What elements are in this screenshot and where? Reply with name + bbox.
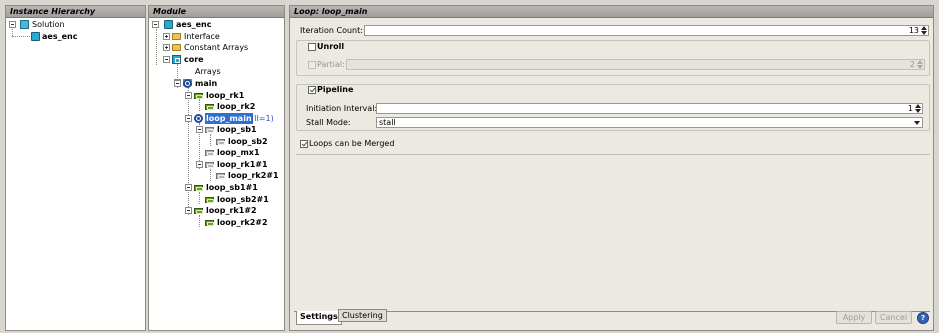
cancel-button[interactable]: Cancel xyxy=(875,311,912,324)
tab-settings[interactable]: Settings xyxy=(296,311,342,325)
expand-icon[interactable] xyxy=(163,44,170,51)
pipeline-checkbox[interactable] xyxy=(308,86,316,94)
apply-button[interactable]: Apply xyxy=(836,311,872,324)
loops-merged-checkbox[interactable] xyxy=(300,140,308,148)
collapse-icon[interactable] xyxy=(152,21,159,28)
stall-mode-select[interactable]: stall xyxy=(376,117,923,128)
loop-icon xyxy=(205,127,214,133)
iteration-count-label: Iteration Count: xyxy=(300,26,363,35)
loop-icon xyxy=(205,162,214,168)
instance-hierarchy-title: Instance Hierarchy xyxy=(6,6,145,18)
spinner-icon[interactable] xyxy=(915,104,921,113)
stall-mode-label: Stall Mode: xyxy=(306,118,351,127)
unroll-group xyxy=(296,40,930,76)
expand-icon[interactable] xyxy=(163,33,170,40)
loop-target-icon xyxy=(194,114,203,123)
spinner-icon[interactable] xyxy=(921,26,927,35)
module-title: Module xyxy=(149,6,284,18)
loop-icon xyxy=(216,139,225,145)
collapse-icon[interactable] xyxy=(185,184,192,191)
iteration-count-field[interactable]: 13 xyxy=(364,25,929,36)
loop-icon xyxy=(194,185,203,191)
help-icon[interactable]: ? xyxy=(917,312,929,324)
loops-merged-label: Loops can be Merged xyxy=(309,139,395,148)
loop-icon xyxy=(194,93,203,99)
initiation-interval-field[interactable]: 1 xyxy=(376,103,923,114)
loop-icon xyxy=(205,220,214,226)
loop-icon xyxy=(194,208,203,214)
module-panel: Module aes_enc Interface Constant Arrays xyxy=(148,5,285,331)
core-icon xyxy=(172,55,181,64)
spinner-icon[interactable] xyxy=(917,60,923,69)
collapse-icon[interactable] xyxy=(174,80,181,87)
initiation-interval-label: Initiation Interval: xyxy=(306,104,378,113)
loop-icon xyxy=(205,104,214,110)
loop-icon xyxy=(216,173,225,179)
loop-icon xyxy=(205,197,214,203)
loop-icon xyxy=(205,150,214,156)
divider xyxy=(296,154,930,155)
instance-hierarchy-panel: Instance Hierarchy Solution aes_enc xyxy=(5,5,146,331)
chevron-down-icon xyxy=(914,121,920,125)
module-icon xyxy=(164,20,173,29)
pipeline-label: Pipeline xyxy=(317,85,354,94)
collapse-icon[interactable] xyxy=(185,92,192,99)
loop-settings-panel: Loop: loop_main Iteration Count: 13 Unro… xyxy=(289,5,934,331)
collapse-icon[interactable] xyxy=(185,207,192,214)
ii-badge: (II=1) xyxy=(251,114,274,123)
solution-icon xyxy=(20,20,29,29)
collapse-icon[interactable] xyxy=(196,126,203,133)
tab-baseline xyxy=(294,311,930,312)
collapse-icon[interactable] xyxy=(196,161,203,168)
function-icon xyxy=(183,79,192,88)
folder-icon xyxy=(172,33,181,40)
unroll-checkbox[interactable] xyxy=(308,43,316,51)
module-icon xyxy=(31,32,40,41)
collapse-icon[interactable] xyxy=(9,21,16,28)
folder-icon xyxy=(172,44,181,51)
loop-settings-title: Loop: loop_main xyxy=(290,6,933,18)
collapse-icon[interactable] xyxy=(163,56,170,63)
collapse-icon[interactable] xyxy=(185,115,192,122)
partial-field[interactable]: 2 xyxy=(346,59,925,70)
unroll-label: Unroll xyxy=(317,42,345,51)
partial-checkbox[interactable] xyxy=(308,61,316,69)
partial-label: Partial: xyxy=(317,60,345,69)
tab-clustering[interactable]: Clustering xyxy=(338,309,387,322)
